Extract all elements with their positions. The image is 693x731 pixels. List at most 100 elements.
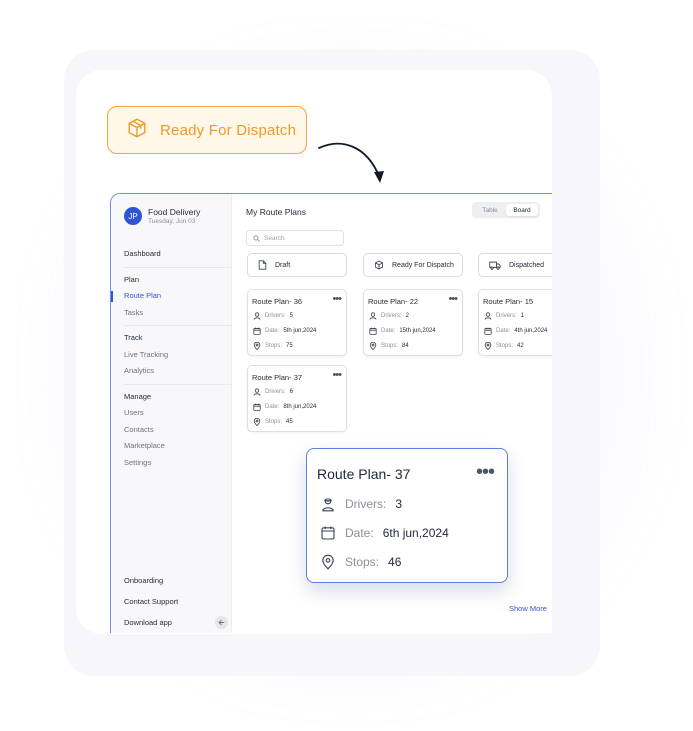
truck-icon [489,261,501,270]
drivers-value: 6 [289,389,294,395]
date-label: Date: [381,328,396,334]
driver-icon [369,312,377,320]
drivers-row: Drivers: 6 [253,388,293,396]
collapse-sidebar-button[interactable] [215,616,228,629]
arrow-left-icon [218,619,225,626]
sidebar-nav: Dashboard Plan Route Plan Tasks Track Li… [111,246,232,471]
drivers-row: Drivers: 2 [369,312,409,320]
card-title: Route Plan- 36 [252,297,303,306]
driver-icon [484,312,492,320]
ready-for-dispatch-badge: Ready For Dispatch [107,106,307,154]
column-dispatched[interactable]: Dispatched [478,253,552,277]
stops-value: 45 [286,419,293,425]
drivers-value: 1 [520,313,525,319]
download-app-link[interactable]: Download app [124,612,228,633]
sidebar-item-analytics[interactable]: Analytics [111,363,232,380]
card-title: Route Plan- 22 [368,297,419,306]
date-row: Date: 5th jun,2024 [253,327,316,335]
card-title: Route Plan- 37 [252,373,303,382]
date-row: Date: 8th jun,2024 [253,403,316,411]
stops-label: Stops: [265,419,283,425]
show-more-link[interactable]: Show More [509,604,547,613]
date-label: Date: [265,328,280,334]
search-input[interactable]: Search [246,230,344,246]
drivers-value: 5 [289,313,294,319]
driver-icon [253,388,261,396]
sidebar-item-contacts[interactable]: Contacts [111,422,232,439]
drivers-value: 2 [405,313,410,319]
location-pin-icon [253,418,261,426]
location-pin-icon [369,342,377,350]
calendar-icon [484,327,492,335]
drivers-row: Drivers: 1 [484,312,524,320]
draft-icon [258,260,267,270]
date-label: Date: [496,328,511,334]
stops-row: Stops: 45 [253,418,293,426]
card-menu-button[interactable]: ••• [332,293,342,305]
onboarding-link[interactable]: Onboarding [124,570,224,591]
sidebar-footer: Onboarding Contact Support Download app [124,570,228,633]
route-plan-card[interactable]: Route Plan- 15 ••• Drivers: 1 Date: 4th … [478,289,552,356]
drivers-label: Drivers: [381,313,402,319]
sidebar-item-users[interactable]: Users [111,405,232,422]
driver-icon [322,498,334,512]
sidebar-item-settings[interactable]: Settings [111,455,232,472]
card-menu-button[interactable]: ••• [332,369,342,381]
date-row: Date: 6th jun,2024 [320,525,449,541]
driver-icon [253,312,261,320]
table-view-tab[interactable]: Table [474,204,506,216]
drivers-row: Drivers: 5 [253,312,293,320]
column-ready-for-dispatch[interactable]: Ready For Dispatch [363,253,463,277]
stops-row: Stops: 42 [484,342,524,350]
box-icon [126,117,148,144]
badge-label: Ready For Dispatch [160,121,297,139]
view-toggle: Table Board [472,202,540,218]
date-label: Date: [265,404,280,410]
date-value: 8th jun,2024 [283,404,317,410]
stops-value: 42 [517,343,524,349]
card-menu-button[interactable]: ••• [448,293,458,305]
card-title: Route Plan- 37 [317,466,411,482]
section-plan: Plan [124,274,140,284]
box-icon [375,260,383,270]
route-plan-card[interactable]: Route Plan- 37 ••• Drivers: 6 Date: 8th … [247,365,347,432]
column-label: Dispatched [509,261,545,269]
stops-value: 84 [402,343,409,349]
sidebar-item-route-plan[interactable]: Route Plan [111,288,232,305]
profile[interactable]: JP Food Delivery Tuesday, Jun 03 [124,207,200,225]
drivers-value: 3 [395,497,403,511]
date-row: Date: 4th jun,2024 [484,327,547,335]
drivers-label: Drivers: [345,497,387,511]
location-pin-icon [484,342,492,350]
stops-label: Stops: [265,343,283,349]
dragged-route-plan-card[interactable]: Route Plan- 37 ••• Drivers: 3 Date: 6th … [306,448,508,583]
contact-support-link[interactable]: Contact Support [124,591,224,612]
location-pin-icon [322,554,334,570]
stops-value: 75 [286,343,293,349]
column-draft[interactable]: Draft [247,253,347,277]
stops-row: Stops: 46 [320,554,401,570]
sidebar-item-tasks[interactable]: Tasks [111,305,232,322]
board-view-tab[interactable]: Board [506,204,538,216]
org-name: Food Delivery [148,207,201,217]
card-title: Route Plan- 15 [483,297,534,306]
route-plan-card[interactable]: Route Plan- 36 ••• Drivers: 5 Date: 5th … [247,289,347,356]
calendar-icon [369,327,377,335]
stops-label: Stops: [345,555,380,569]
route-plan-card[interactable]: Route Plan- 22 ••• Drivers: 2 Date: 15th… [363,289,463,356]
download-app-label: Download app [124,618,172,627]
drivers-row: Drivers: 3 [320,496,402,512]
date-value: 5th jun,2024 [283,328,317,334]
sidebar-item-marketplace[interactable]: Marketplace [111,438,232,455]
date-value: 15th jun,2024 [399,328,436,334]
search-placeholder: Search [264,234,285,242]
card-menu-button[interactable]: ••• [476,461,495,484]
sidebar-item-live-tracking[interactable]: Live Tracking [111,347,232,364]
date-row: Date: 15th jun,2024 [369,327,436,335]
stops-label: Stops: [496,343,514,349]
date-value: 4th jun,2024 [514,328,548,334]
page-title: My Route Plans [246,207,306,217]
divider [124,383,232,385]
location-pin-icon [253,342,261,350]
sidebar-item-dashboard[interactable]: Dashboard [111,246,232,263]
